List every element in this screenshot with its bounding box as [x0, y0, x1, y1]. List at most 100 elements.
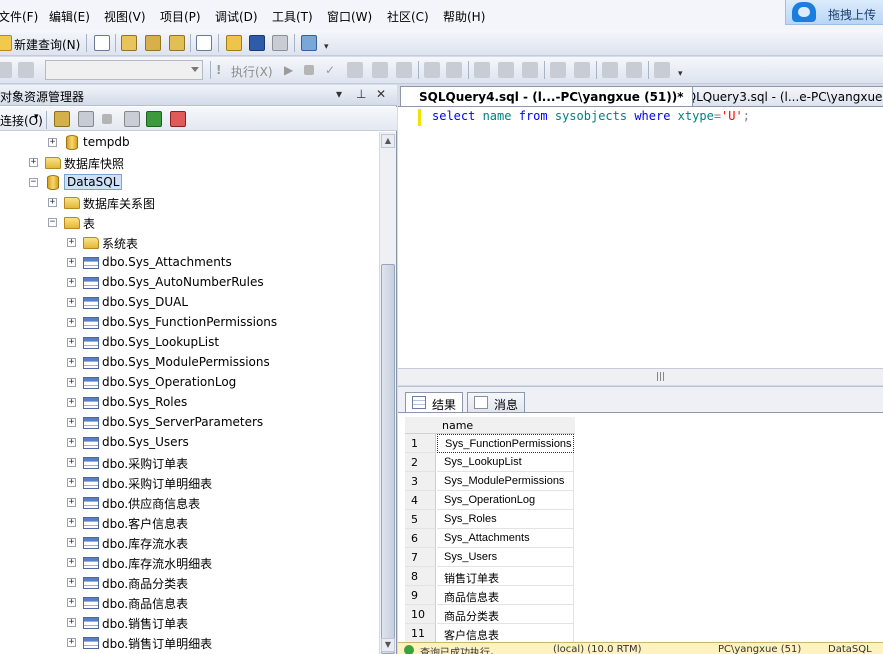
- tree-node[interactable]: + dbo.Sys_FunctionPermissions: [0, 313, 379, 333]
- print-icon[interactable]: [272, 35, 288, 51]
- tree-node[interactable]: − 表: [0, 213, 379, 233]
- table-row[interactable]: 7 Sys_Users: [405, 548, 575, 567]
- connect-icon[interactable]: [0, 62, 12, 78]
- tree-node[interactable]: + dbo.库存流水明细表: [0, 553, 379, 573]
- menu-file[interactable]: 文件(F): [0, 8, 38, 25]
- tree-node[interactable]: + 数据库关系图: [0, 193, 379, 213]
- results-grid[interactable]: name 1 Sys_FunctionPermissions 2 Sys_Lookup…: [398, 412, 883, 642]
- open-folder-icon[interactable]: [226, 35, 242, 51]
- cell-name[interactable]: Sys_Attachments: [437, 529, 574, 548]
- disconnect-icon[interactable]: [78, 111, 94, 127]
- tab-results[interactable]: 结果: [405, 392, 464, 413]
- tree-scrollbar[interactable]: ▲ ▼: [379, 132, 396, 654]
- decrease-indent-icon[interactable]: [602, 62, 618, 78]
- tree-node[interactable]: + dbo.Sys_Roles: [0, 393, 379, 413]
- tab-sqlquery4[interactable]: SQLQuery4.sql - (l...-PC\yangxue (51))*: [400, 86, 693, 106]
- expand-icon[interactable]: +: [67, 438, 76, 447]
- cell-name[interactable]: Sys_FunctionPermissions: [437, 434, 574, 453]
- tree-node[interactable]: + dbo.商品分类表: [0, 573, 379, 593]
- new-query-button[interactable]: 新建查询(N): [14, 36, 80, 53]
- row-number[interactable]: 8: [405, 567, 436, 586]
- expand-icon[interactable]: +: [67, 558, 76, 567]
- tree-node[interactable]: + dbo.Sys_OperationLog: [0, 373, 379, 393]
- tree-node[interactable]: + dbo.采购订单明细表: [0, 473, 379, 493]
- sql-code-line[interactable]: select name from sysobjects where xtype=…: [432, 109, 750, 123]
- tree-node[interactable]: + dbo.Sys_AutoNumberRules: [0, 273, 379, 293]
- table-row[interactable]: 2 Sys_LookupList: [405, 453, 575, 472]
- pin-icon[interactable]: ⊥: [356, 87, 366, 101]
- expand-icon[interactable]: +: [67, 238, 76, 247]
- menu-community[interactable]: 社区(C): [387, 8, 429, 25]
- row-number[interactable]: 10: [405, 605, 436, 624]
- menu-help[interactable]: 帮助(H): [443, 8, 485, 25]
- template-icon[interactable]: [196, 35, 212, 51]
- stop-icon[interactable]: [304, 65, 314, 75]
- expand-icon[interactable]: +: [67, 538, 76, 547]
- comment-icon[interactable]: [550, 62, 566, 78]
- close-icon[interactable]: ✕: [376, 87, 386, 101]
- expand-icon[interactable]: +: [67, 478, 76, 487]
- increase-indent-icon[interactable]: [626, 62, 642, 78]
- activity-monitor-icon[interactable]: [301, 35, 317, 51]
- menu-debug[interactable]: 调试(D): [215, 8, 258, 25]
- cell-name[interactable]: 客户信息表: [437, 624, 574, 642]
- sync-icon[interactable]: [170, 111, 186, 127]
- parse-check-icon[interactable]: ✓: [325, 63, 335, 77]
- expand-icon[interactable]: +: [67, 278, 76, 287]
- menu-view[interactable]: 视图(V): [104, 8, 146, 25]
- expand-icon[interactable]: +: [67, 298, 76, 307]
- expand-icon[interactable]: +: [67, 378, 76, 387]
- estimated-plan-icon[interactable]: [347, 62, 363, 78]
- scroll-thumb[interactable]: [381, 264, 395, 654]
- expand-icon[interactable]: +: [67, 518, 76, 527]
- query-designer-icon[interactable]: [372, 62, 388, 78]
- toolbar-overflow-icon[interactable]: ▾: [678, 69, 686, 81]
- table-row[interactable]: 8 销售订单表: [405, 567, 575, 586]
- cell-name[interactable]: Sys_Users: [437, 548, 574, 567]
- tree-node[interactable]: + dbo.库存流水表: [0, 533, 379, 553]
- expand-icon[interactable]: +: [67, 458, 76, 467]
- table-row[interactable]: 11 客户信息表: [405, 624, 575, 642]
- tree-node[interactable]: + dbo.销售订单明细表: [0, 633, 379, 653]
- tree-node[interactable]: + dbo.采购订单表: [0, 453, 379, 473]
- menu-window[interactable]: 窗口(W): [327, 8, 372, 25]
- analysis-query-icon[interactable]: [145, 35, 161, 51]
- tree-node[interactable]: + dbo.客户信息表: [0, 513, 379, 533]
- row-number[interactable]: 4: [405, 491, 436, 510]
- expand-icon[interactable]: +: [67, 578, 76, 587]
- menu-project[interactable]: 项目(P): [160, 8, 201, 25]
- execute-button[interactable]: 执行(X): [231, 63, 273, 80]
- cell-name[interactable]: Sys_LookupList: [437, 453, 574, 472]
- row-number[interactable]: 3: [405, 472, 436, 491]
- tree-node[interactable]: + dbo.Sys_Users: [0, 433, 379, 453]
- new-file-icon[interactable]: [94, 35, 110, 51]
- column-header-name[interactable]: name: [442, 419, 473, 432]
- tree-node[interactable]: + 数据库快照: [0, 153, 379, 173]
- panel-menu-icon[interactable]: ▾: [336, 87, 342, 101]
- uncomment-icon[interactable]: [574, 62, 590, 78]
- scroll-down-icon[interactable]: ▼: [381, 638, 395, 652]
- table-row[interactable]: 5 Sys_Roles: [405, 510, 575, 529]
- scroll-up-icon[interactable]: ▲: [381, 134, 395, 148]
- expand-icon[interactable]: +: [67, 618, 76, 627]
- expand-icon[interactable]: +: [67, 358, 76, 367]
- menu-tools[interactable]: 工具(T): [272, 8, 313, 25]
- tree-node[interactable]: + dbo.Sys_Attachments: [0, 253, 379, 273]
- expand-icon[interactable]: +: [67, 498, 76, 507]
- connect-dropdown-icon[interactable]: ▾: [34, 112, 39, 122]
- cell-name[interactable]: Sys_OperationLog: [437, 491, 574, 510]
- menu-edit[interactable]: 编辑(E): [49, 8, 90, 25]
- toolbar-overflow-icon[interactable]: ▾: [324, 42, 332, 54]
- database-engine-query-icon[interactable]: [121, 35, 137, 51]
- debug-play-icon[interactable]: ▶: [284, 63, 293, 77]
- expand-icon[interactable]: +: [29, 158, 38, 167]
- save-icon[interactable]: [249, 35, 265, 51]
- collapse-icon[interactable]: −: [29, 178, 38, 187]
- expand-icon[interactable]: +: [67, 258, 76, 267]
- editor-splitter[interactable]: |||: [398, 368, 883, 385]
- tree-node[interactable]: + dbo.Sys_ServerParameters: [0, 413, 379, 433]
- table-row[interactable]: 1 Sys_FunctionPermissions: [405, 434, 575, 453]
- stop-icon[interactable]: [102, 114, 112, 124]
- splitter-grip-icon[interactable]: |||: [656, 372, 665, 386]
- refresh-icon[interactable]: [146, 111, 162, 127]
